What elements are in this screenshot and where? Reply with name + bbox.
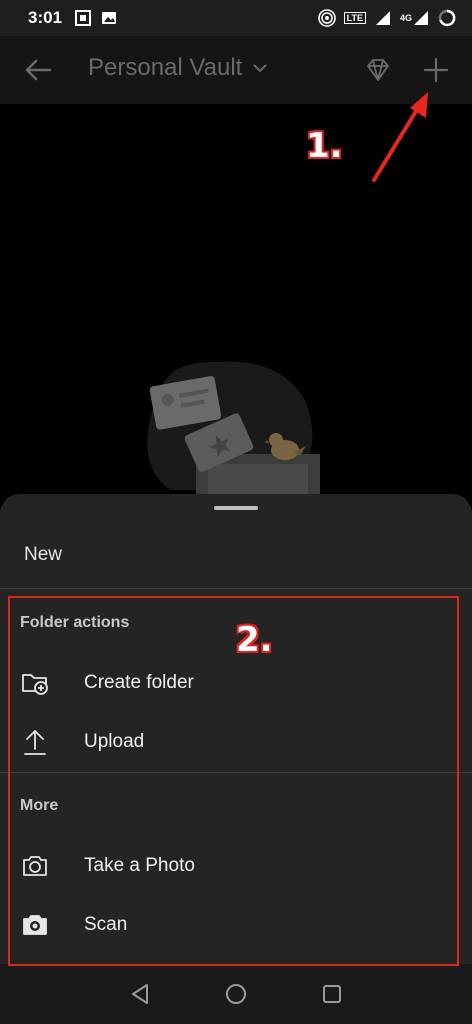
scan-button[interactable]: Scan <box>0 898 472 952</box>
empty-vault-illustration <box>147 361 320 498</box>
section-title-more: More <box>20 797 59 814</box>
image-icon <box>102 12 117 24</box>
take-photo-label: Take a Photo <box>84 855 195 876</box>
signal-2-icon <box>414 11 428 25</box>
create-folder-label: Create folder <box>84 672 194 693</box>
take-photo-button[interactable]: Take a Photo <box>0 839 472 893</box>
create-folder-button[interactable]: Create folder <box>0 656 472 710</box>
battery-ring-icon <box>438 9 456 27</box>
status-time: 3:01 <box>28 8 63 27</box>
camera-filled-icon <box>23 915 47 935</box>
sheet-drag-handle[interactable] <box>214 506 258 510</box>
upload-icon <box>24 730 46 755</box>
divider <box>0 588 472 589</box>
divider <box>0 772 472 773</box>
hotspot-icon <box>317 9 336 27</box>
upload-button[interactable]: Upload <box>0 715 472 769</box>
camera-outline-icon <box>23 856 47 876</box>
system-nav-bar <box>0 964 472 1024</box>
section-title-folder-actions: Folder actions <box>20 614 130 631</box>
home-circle-icon[interactable] <box>224 982 248 1006</box>
annotation-arrow-icon <box>372 92 428 182</box>
network-label: 4G <box>399 13 412 23</box>
sheet-title: New <box>24 544 63 565</box>
lte-label: LTE <box>343 12 366 24</box>
signal-icon <box>375 11 390 25</box>
screenshot-icon <box>75 10 92 26</box>
chevron-down-icon <box>253 64 268 73</box>
scan-label: Scan <box>84 914 128 935</box>
vault-title-dropdown[interactable]: Personal Vault <box>88 54 268 82</box>
plus-icon[interactable] <box>422 56 450 84</box>
back-arrow-icon[interactable] <box>22 56 54 84</box>
upload-label: Upload <box>84 731 145 752</box>
page-title: Personal Vault <box>88 54 243 81</box>
annotation-step-1: 1. <box>306 126 343 166</box>
status-bar: 3:01 LTE 4G <box>0 0 472 36</box>
bottom-sheet: New Folder actions Create folder Upload … <box>0 494 472 964</box>
back-triangle-icon[interactable] <box>128 982 152 1006</box>
folder-add-icon <box>22 674 48 695</box>
annotation-step-2: 2. <box>236 620 273 660</box>
recents-square-icon[interactable] <box>320 982 344 1006</box>
diamond-icon[interactable] <box>364 56 392 84</box>
